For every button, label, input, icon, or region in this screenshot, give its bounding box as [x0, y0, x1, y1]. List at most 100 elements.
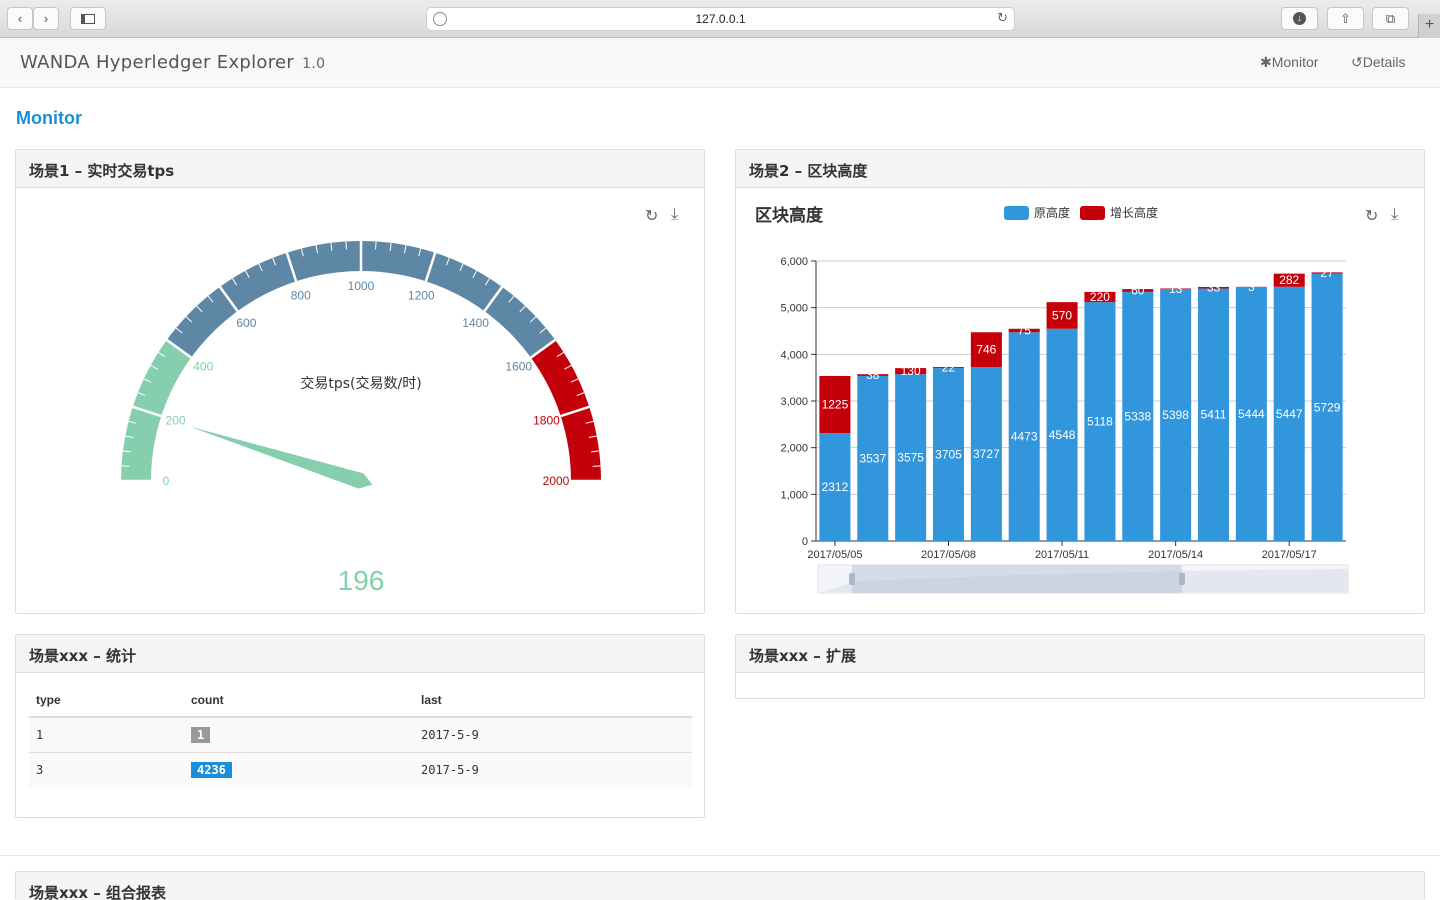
chevron-right-icon: › — [43, 11, 49, 26]
column-header-last: last — [414, 685, 692, 718]
gauge-tick-label: 800 — [291, 289, 311, 303]
history-icon: ↺ — [1351, 54, 1363, 70]
data-label: 220 — [1090, 290, 1110, 304]
data-label: 13 — [1169, 282, 1183, 296]
gauge-minor-tick — [345, 241, 347, 250]
x-tick-label: 2017/05/14 — [1148, 549, 1203, 561]
gauge-tick-label: 1200 — [408, 289, 435, 303]
new-tab-button[interactable]: + — [1418, 14, 1440, 38]
plus-icon: + — [1424, 16, 1435, 33]
legend-label: 原高度 — [1034, 205, 1070, 220]
y-tick-label: 0 — [802, 536, 808, 548]
browser-toolbar: ‹ › 127.0.0.1 ↻ ↓ ⇧ ⧉ + — [0, 0, 1440, 38]
nav-details-label: Details — [1362, 54, 1406, 70]
gauge-minor-tick — [375, 241, 377, 250]
block-height-chart: 区块高度 原高度 增长高度 0 1,000 2,000 3,000 4,000 5,000 6,0… — [755, 205, 1349, 594]
gauge-minor-tick — [121, 465, 130, 467]
cell-type: 1 — [29, 716, 184, 753]
data-label: 5118 — [1087, 415, 1113, 429]
tps-gauge: 0 200 400 600 800 1000 1200 1400 1600 1800 2000 交易t… — [121, 241, 601, 596]
data-label: 27 — [1320, 266, 1334, 280]
section-divider — [0, 855, 1440, 856]
tps-panel-title: 场景1 – 实时交易tps — [16, 150, 704, 188]
data-label: 75 — [1018, 324, 1032, 338]
gauge-tick-label: 1000 — [348, 279, 375, 293]
back-button[interactable]: ‹ — [7, 7, 33, 30]
sidebar-toggle-button[interactable] — [70, 7, 106, 30]
downloads-button[interactable]: ↓ — [1281, 7, 1318, 30]
data-label: 3705 — [935, 448, 962, 462]
tabs-icon: ⧉ — [1385, 10, 1396, 26]
page-title: Monitor — [16, 108, 82, 128]
globe-icon — [433, 12, 447, 26]
y-tick-label: 5,000 — [780, 303, 808, 315]
count-badge: 1 — [191, 727, 211, 743]
height-panel: 场景2 – 区块高度 ↻ ⤓ 区块高度 原高度 增长高度 0 1,000 2,000 3,0… — [735, 149, 1425, 614]
asterisk-icon: ✱ — [1260, 54, 1272, 70]
data-label: 130 — [901, 364, 921, 378]
data-label: 4473 — [1011, 430, 1038, 444]
legend-swatch — [1004, 206, 1029, 220]
cell-type: 3 — [29, 752, 184, 787]
column-header-type: type — [29, 685, 184, 718]
nav-details-link[interactable]: ↺Details — [1351, 54, 1406, 71]
x-tick-label: 2017/05/11 — [1035, 549, 1089, 561]
address-bar[interactable]: 127.0.0.1 ↻ — [426, 7, 1015, 31]
gauge-needle — [189, 426, 373, 489]
data-label: 5338 — [1124, 409, 1151, 423]
data-label: 5729 — [1314, 400, 1341, 414]
stats-panel-title: 场景xxx – 统计 — [16, 635, 704, 673]
stats-table: type count last 1 1 2017-5-9 3 4236 2017… — [29, 685, 692, 787]
sidebar-icon — [81, 13, 95, 24]
gauge-value: 196 — [338, 565, 385, 596]
chevron-left-icon: ‹ — [17, 11, 23, 26]
forward-button[interactable]: › — [33, 7, 59, 30]
y-tick-label: 6,000 — [780, 256, 808, 268]
tabs-overview-button[interactable]: ⧉ — [1372, 7, 1409, 30]
chart-title: 区块高度 — [755, 205, 824, 226]
data-label: 5411 — [1201, 408, 1227, 422]
data-label: 3537 — [859, 451, 886, 465]
data-label: 38 — [866, 368, 880, 382]
table-header-row: type count last — [29, 685, 692, 718]
zoom-slider-window — [852, 565, 1182, 593]
y-tick-label: 3,000 — [780, 396, 808, 408]
x-tick-label: 2017/05/05 — [807, 549, 862, 561]
zoom-slider-handle-left[interactable] — [849, 573, 855, 585]
data-label: 3575 — [897, 451, 924, 465]
stats-panel: 场景xxx – 统计 type count last 1 1 2017-5-9 … — [15, 634, 705, 818]
combined-panel-title: 场景xxx – 组合报表 — [16, 872, 1424, 900]
gauge-band — [530, 339, 601, 481]
height-panel-title: 场景2 – 区块高度 — [736, 150, 1424, 188]
data-label: 2312 — [822, 480, 849, 494]
data-label: 746 — [976, 343, 996, 357]
share-button[interactable]: ⇧ — [1327, 7, 1364, 30]
gauge-tick-label: 1400 — [462, 316, 489, 330]
data-label: 3 — [1248, 280, 1255, 294]
gauge-title: 交易tps(交易数/时) — [300, 375, 421, 392]
gauge-minor-tick — [592, 465, 601, 467]
url-text: 127.0.0.1 — [695, 12, 746, 26]
gauge-tick-label: 400 — [193, 359, 213, 373]
x-tick-label: 2017/05/08 — [921, 549, 976, 561]
brand[interactable]: WANDA Hyperledger Explorer 1.0 — [20, 52, 325, 73]
gauge-tick-label: 1800 — [533, 414, 560, 428]
zoom-slider-handle-right[interactable] — [1179, 573, 1185, 585]
nav-monitor-link[interactable]: ✱Monitor — [1260, 54, 1318, 71]
combined-panel: 场景xxx – 组合报表 — [15, 871, 1425, 900]
data-label: 5447 — [1276, 407, 1303, 421]
y-tick-label: 1,000 — [780, 489, 808, 501]
data-label: 5444 — [1238, 407, 1265, 421]
gauge-band — [121, 339, 192, 481]
gauge-tick-label: 0 — [163, 474, 170, 488]
reload-icon[interactable]: ↻ — [997, 10, 1008, 26]
cell-last: 2017-5-9 — [414, 716, 692, 753]
nav-monitor-label: Monitor — [1271, 54, 1319, 70]
brand-version: 1.0 — [302, 56, 326, 72]
brand-name: WANDA Hyperledger Explorer — [20, 52, 295, 73]
legend-label: 增长高度 — [1110, 205, 1158, 220]
data-label: 60 — [1131, 283, 1145, 297]
data-label: 282 — [1279, 273, 1299, 287]
y-tick-label: 2,000 — [780, 443, 808, 455]
column-header-count: count — [184, 685, 414, 718]
